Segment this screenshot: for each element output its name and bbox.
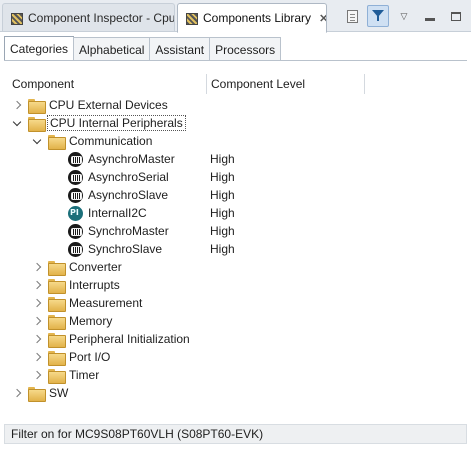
tree-row-interrupts[interactable]: Interrupts <box>0 276 471 294</box>
minimize-button[interactable] <box>419 5 441 27</box>
tree-row-measurement[interactable]: Measurement <box>0 294 471 312</box>
component-level: High <box>210 188 235 202</box>
expand-icon[interactable] <box>12 96 22 114</box>
component-name: SynchroSlave <box>88 242 163 256</box>
tab-alphabetical[interactable]: Alphabetical <box>73 37 151 61</box>
category-tabs: Categories Alphabetical Assistant Proces… <box>4 36 282 61</box>
tree-item-label: Communication <box>69 134 153 148</box>
expand-icon[interactable] <box>32 258 42 276</box>
folder-icon <box>48 332 66 348</box>
column-divider[interactable] <box>364 74 365 94</box>
tree-item-label: Converter <box>69 260 122 274</box>
view-tab-bar: Component Inspector - Cpu Components Lib… <box>0 0 471 33</box>
column-header-level[interactable]: Component Level <box>211 74 305 94</box>
component-name: SynchroMaster <box>88 224 169 238</box>
tab-components-library[interactable]: Components Library ✕ <box>177 3 327 33</box>
collapse-icon[interactable] <box>32 132 42 150</box>
expand-icon[interactable] <box>32 366 42 384</box>
tree-row-component[interactable]: SynchroSlave High <box>0 240 471 258</box>
maximize-button[interactable] <box>445 5 467 27</box>
component-icon <box>184 11 198 25</box>
tree-row-component[interactable]: AsynchroSerial High <box>0 168 471 186</box>
tree-item-label: Measurement <box>69 296 143 310</box>
expand-icon[interactable] <box>32 294 42 312</box>
tree-item-label: Port I/O <box>69 350 111 364</box>
view-toolbar: ▽ <box>341 3 467 29</box>
tab-component-inspector[interactable]: Component Inspector - Cpu <box>2 3 175 31</box>
folder-icon <box>48 314 66 330</box>
tree-item-label: SW <box>49 386 69 400</box>
component-level: High <box>210 206 235 220</box>
folder-icon <box>28 98 46 114</box>
minimize-icon <box>425 17 435 21</box>
tree-item-label: CPU External Devices <box>49 98 168 112</box>
chevron-down-icon: ▽ <box>400 10 408 21</box>
bean-icon <box>68 169 83 185</box>
tab-categories[interactable]: Categories <box>4 36 75 61</box>
component-name: InternalI2C <box>88 206 147 220</box>
tree-row-communication[interactable]: Communication <box>0 132 471 150</box>
bean-icon <box>68 187 83 203</box>
tree-item-label: Peripheral Initialization <box>69 332 190 346</box>
bean-icon <box>68 151 83 167</box>
folder-icon <box>48 296 66 312</box>
component-name: AsynchroSlave <box>88 188 169 202</box>
component-level: High <box>210 170 235 184</box>
tree-row-sw[interactable]: SW <box>0 384 471 402</box>
tree-item-label: CPU Internal Peripherals <box>47 115 186 131</box>
component-icon <box>9 11 23 25</box>
tree-row-component[interactable]: SynchroMaster High <box>0 222 471 240</box>
folder-icon <box>48 260 66 276</box>
close-icon[interactable]: ✕ <box>319 12 326 25</box>
i2c-bean-icon <box>68 205 83 221</box>
tree-row-component[interactable]: AsynchroMaster High <box>0 150 471 168</box>
tree-item-label: Timer <box>69 368 100 382</box>
column-header-component[interactable]: Component <box>12 74 74 94</box>
tab-processors[interactable]: Processors <box>209 37 282 61</box>
column-divider[interactable] <box>206 74 207 94</box>
view-menu-button[interactable]: ▽ <box>393 5 415 27</box>
folder-icon <box>48 368 66 384</box>
bean-icon <box>68 223 83 239</box>
tree-row-timer[interactable]: Timer <box>0 366 471 384</box>
new-page-button[interactable] <box>341 5 363 27</box>
tree-row-cpu-external[interactable]: CPU External Devices <box>0 96 471 114</box>
expand-icon[interactable] <box>32 330 42 348</box>
tree-row-cpu-internal[interactable]: CPU Internal Peripherals <box>0 114 471 132</box>
filter-icon <box>372 10 384 22</box>
tree-row-port-io[interactable]: Port I/O <box>0 348 471 366</box>
component-level: High <box>210 242 235 256</box>
tree-row-component[interactable]: AsynchroSlave High <box>0 186 471 204</box>
tree-row-peripheral-initialization[interactable]: Peripheral Initialization <box>0 330 471 348</box>
component-name: AsynchroMaster <box>88 152 175 166</box>
folder-icon <box>48 350 66 366</box>
tab-label: Components Library <box>203 11 312 25</box>
expand-icon[interactable] <box>32 312 42 330</box>
folder-icon <box>28 116 46 132</box>
folder-icon <box>28 386 46 402</box>
collapse-icon[interactable] <box>12 114 22 132</box>
tab-assistant[interactable]: Assistant <box>149 37 211 61</box>
folder-icon <box>48 278 66 294</box>
tab-label: Component Inspector - Cpu <box>28 10 175 25</box>
tab-divider <box>4 60 467 61</box>
bean-icon <box>68 241 83 257</box>
expand-icon[interactable] <box>32 348 42 366</box>
tree-row-converter[interactable]: Converter <box>0 258 471 276</box>
tree-item-label: Memory <box>69 314 113 328</box>
expand-icon[interactable] <box>12 384 22 402</box>
maximize-icon <box>451 11 461 21</box>
folder-icon <box>48 134 66 150</box>
table-header: Component Component Level <box>4 74 467 94</box>
expand-icon[interactable] <box>32 276 42 294</box>
tree-row-component[interactable]: InternalI2C High <box>0 204 471 222</box>
component-level: High <box>210 152 235 166</box>
component-level: High <box>210 224 235 238</box>
tree-item-label: Interrupts <box>69 278 120 292</box>
filter-status-bar: Filter on for MC9S08PT60VLH (S08PT60-EVK… <box>4 424 467 444</box>
component-name: AsynchroSerial <box>88 170 169 184</box>
filter-button[interactable] <box>367 5 389 27</box>
page-icon <box>346 9 358 23</box>
tree-row-memory[interactable]: Memory <box>0 312 471 330</box>
